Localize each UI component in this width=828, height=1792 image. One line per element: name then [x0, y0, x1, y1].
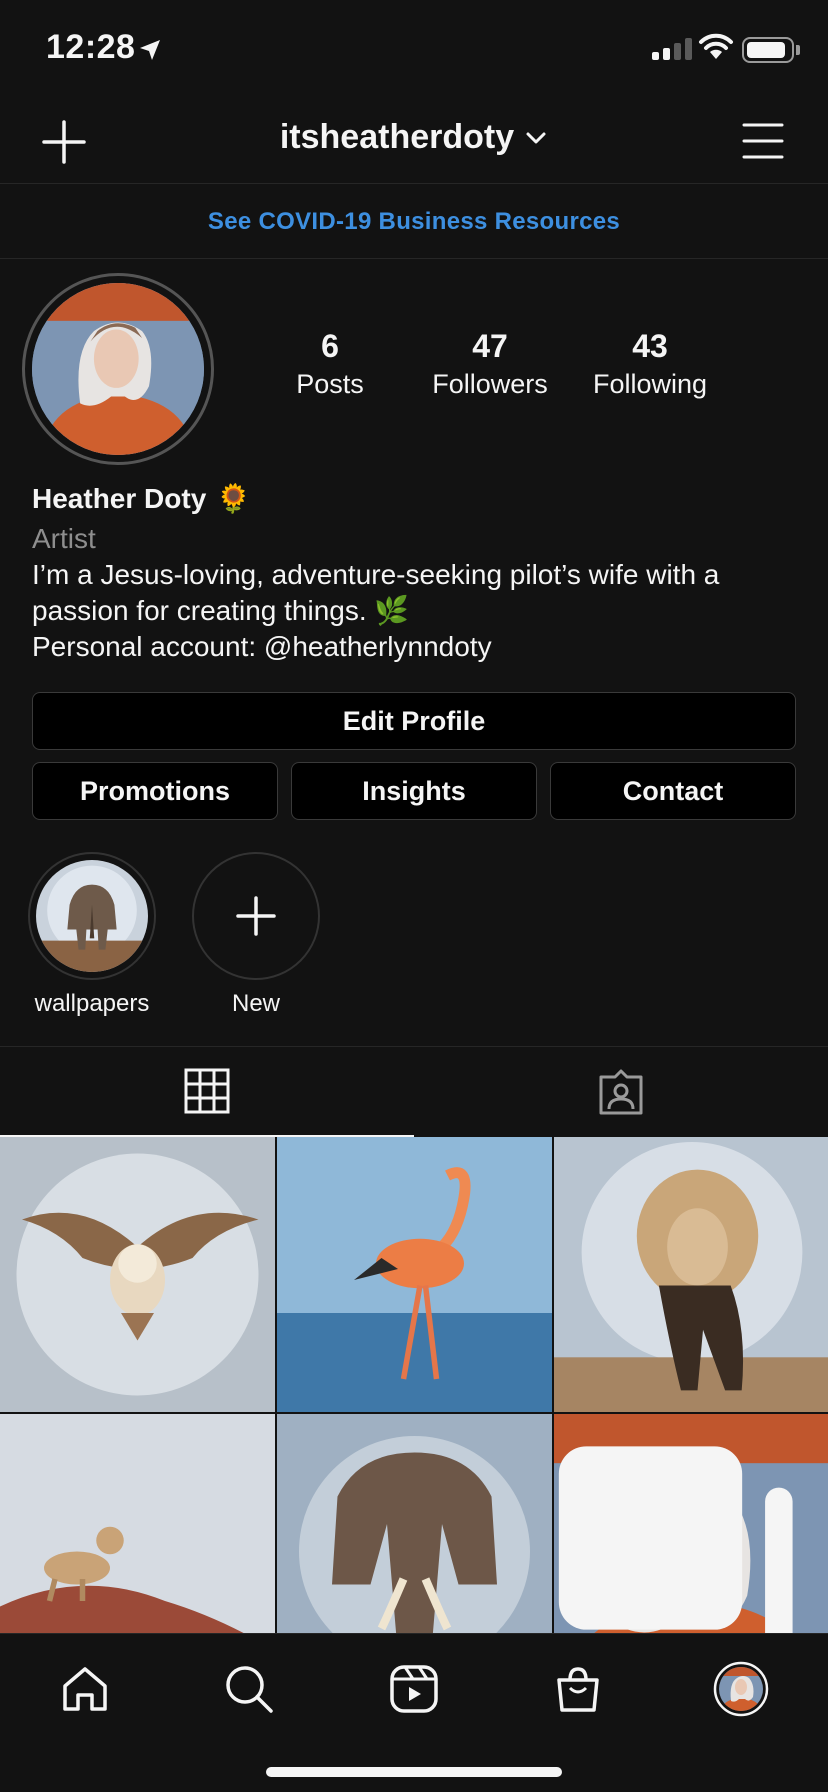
following-stat[interactable]: 43 Following [570, 328, 730, 400]
reels-icon [390, 1665, 438, 1713]
following-count: 43 [632, 328, 668, 364]
tagged-person-icon [599, 1069, 643, 1115]
profile-avatar[interactable] [22, 273, 214, 465]
sunflower-emoji: 🌻 [216, 483, 252, 514]
status-bar: 12:28 [0, 0, 828, 100]
chevron-down-icon [526, 132, 546, 143]
home-icon [63, 1667, 107, 1711]
tab-posts-grid[interactable] [0, 1047, 414, 1137]
nav-home[interactable] [50, 1654, 120, 1724]
profile-stats: 6 Posts 47 Followers 43 Following [250, 328, 730, 400]
insights-button[interactable]: Insights [291, 762, 537, 820]
home-indicator [266, 1767, 562, 1777]
avatar-image [32, 283, 204, 455]
location-arrow-icon [140, 40, 160, 60]
highlight-new[interactable]: New [192, 852, 320, 1018]
grid-icon [184, 1068, 230, 1114]
posts-count: 6 [321, 328, 339, 364]
lion-painting [554, 1137, 828, 1412]
profile-category: Artist [32, 523, 96, 554]
cheetah-painting [0, 1414, 275, 1633]
post-tile-lion[interactable] [554, 1137, 828, 1412]
display-name: Heather Doty [32, 482, 207, 514]
posts-stat[interactable]: 6 Posts [250, 328, 410, 400]
followers-stat[interactable]: 47 Followers [410, 328, 570, 400]
nav-profile[interactable] [706, 1654, 776, 1724]
status-time: 12:28 [46, 28, 136, 66]
highlight-label: wallpapers [34, 990, 150, 1017]
account-switcher[interactable]: itsheatherdoty [0, 118, 828, 157]
promotions-button[interactable]: Promotions [32, 762, 278, 820]
owl-painting [0, 1137, 275, 1412]
display-name-row: Heather Doty 🌻 [32, 482, 802, 515]
bio-text: I’m a Jesus-loving, adventure-seeking pi… [32, 559, 720, 626]
posts-label: Posts [296, 369, 364, 399]
followers-label: Followers [432, 369, 548, 399]
highlight-circle [28, 852, 156, 980]
contact-button[interactable]: Contact [550, 762, 796, 820]
profile-header: itsheatherdoty [0, 100, 828, 184]
covid-banner: See COVID-19 Business Resources [0, 185, 828, 259]
edit-profile-button[interactable]: Edit Profile [32, 692, 796, 750]
profile-tabs [0, 1046, 828, 1137]
post-tile-portrait[interactable] [554, 1414, 828, 1633]
flamingo-painting [277, 1137, 552, 1412]
post-grid [0, 1137, 828, 1633]
highlight-wallpapers[interactable]: wallpapers [28, 852, 156, 1018]
post-tile-flamingo[interactable] [277, 1137, 552, 1412]
highlight-label: New [231, 990, 280, 1017]
hamburger-menu-icon[interactable] [742, 122, 784, 160]
profile-bio: Heather Doty 🌻 Artist I’m a Jesus-loving… [32, 482, 802, 665]
plus-icon [236, 896, 276, 936]
profile-avatar-icon [713, 1661, 769, 1717]
multiple-photos-icon [558, 1446, 793, 1633]
covid-resources-link[interactable]: See COVID-19 Business Resources [208, 208, 620, 236]
post-tile-owl[interactable] [0, 1137, 275, 1412]
following-label: Following [592, 369, 708, 399]
battery-nub [796, 45, 800, 55]
shopping-bag-icon [557, 1667, 599, 1712]
followers-count: 47 [472, 328, 508, 364]
post-tile-cheetah[interactable] [0, 1414, 275, 1633]
nav-shop[interactable] [543, 1654, 613, 1724]
tab-tagged[interactable] [414, 1047, 828, 1137]
cellular-signal-icon [652, 36, 692, 60]
elephant-painting [277, 1414, 552, 1633]
wifi-icon [699, 33, 733, 59]
nav-search[interactable] [214, 1654, 284, 1724]
battery-icon [742, 37, 794, 63]
username: itsheatherdoty [279, 118, 515, 156]
nav-reels[interactable] [379, 1654, 449, 1724]
search-icon [226, 1666, 273, 1713]
post-tile-elephant[interactable] [277, 1414, 552, 1633]
personal-account-text[interactable]: Personal account: @heatherlynndoty [32, 629, 802, 665]
new-highlight-circle [192, 852, 320, 980]
highlight-cover [36, 860, 148, 972]
